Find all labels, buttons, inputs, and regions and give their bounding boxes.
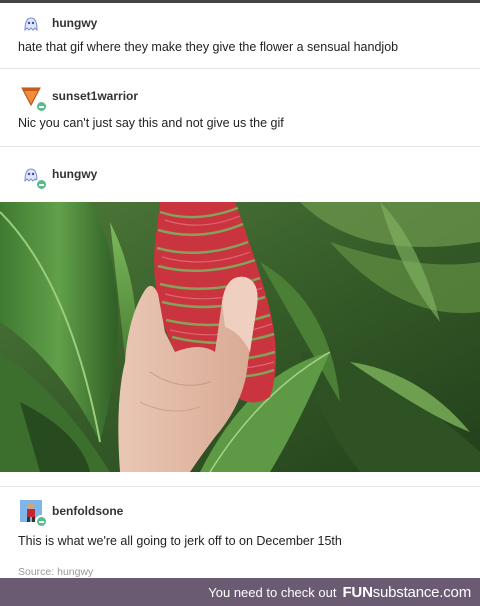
footer-banner[interactable]: You need to check out FUNsubstance.com — [0, 578, 480, 606]
post-header[interactable]: hungwy — [18, 161, 97, 191]
follow-badge[interactable] — [35, 100, 48, 113]
post: benfoldsone This is what we're all going… — [0, 486, 480, 578]
username[interactable]: sunset1warrior — [52, 89, 138, 103]
follow-badge[interactable] — [35, 515, 48, 528]
post-text: This is what we're all going to jerk off… — [18, 534, 342, 548]
brand-rest: substance.com — [372, 583, 471, 601]
brand-logo[interactable]: FUNsubstance.com — [342, 584, 471, 601]
username[interactable]: benfoldsone — [52, 504, 123, 518]
post-text: hate that gif where they make they give … — [18, 40, 399, 54]
post: sunset1warrior Nic you can't just say th… — [0, 69, 480, 147]
post-header[interactable]: benfoldsone — [18, 498, 123, 528]
follow-badge[interactable] — [35, 178, 48, 191]
post-header[interactable]: hungwy — [18, 10, 97, 36]
brand-bold: FUN — [342, 583, 373, 601]
ghost-icon[interactable] — [18, 10, 44, 36]
username[interactable]: hungwy — [52, 16, 97, 30]
figure-icon[interactable] — [18, 498, 48, 528]
footer-cta: You need to check out — [208, 584, 337, 600]
ghost-icon[interactable] — [18, 161, 48, 191]
source-link[interactable]: Source: hungwy — [18, 566, 93, 578]
post-header[interactable]: sunset1warrior — [18, 83, 138, 113]
post: hungwy — [0, 147, 480, 202]
username[interactable]: hungwy — [52, 167, 97, 181]
post-text: Nic you can't just say this and not give… — [18, 116, 284, 130]
pizza-slice-icon[interactable] — [18, 83, 48, 113]
post: hungwy hate that gif where they make the… — [0, 3, 480, 69]
post-image — [0, 202, 480, 472]
